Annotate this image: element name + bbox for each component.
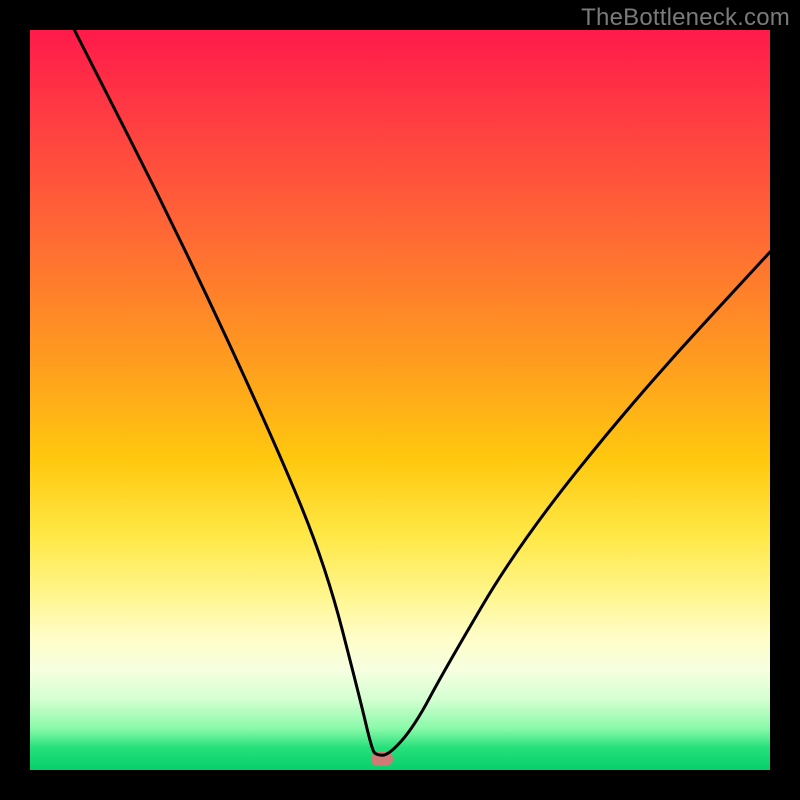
curve-svg [30,30,770,770]
plot-area [30,30,770,770]
chart-frame: TheBottleneck.com [0,0,800,800]
bottleneck-curve-path [74,30,770,755]
watermark-text: TheBottleneck.com [581,4,790,32]
